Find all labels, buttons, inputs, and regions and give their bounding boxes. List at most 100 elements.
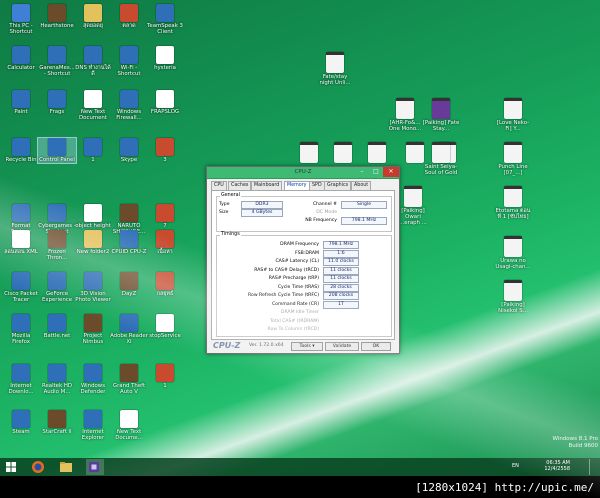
- desktop-icon[interactable]: Hearthstone: [38, 4, 76, 29]
- desktop-icon[interactable]: object height: [74, 204, 112, 229]
- media-file-icon[interactable]: [290, 142, 328, 164]
- start-button[interactable]: [4, 459, 22, 475]
- timings-group: Timings DRAM Frequency 798.1 MHz FSB:DRAM 1…: [216, 232, 392, 337]
- desktop-icon[interactable]: Frags: [38, 90, 76, 115]
- desktop-icon[interactable]: กลยุทธ์: [146, 272, 184, 297]
- type-value: DDR3: [241, 201, 283, 209]
- desktop-icon[interactable]: Internet Downlo...: [2, 364, 40, 395]
- tab-cpu[interactable]: CPU: [211, 181, 227, 190]
- desktop-icon[interactable]: เนื้อหา: [146, 230, 184, 255]
- desktop-icon[interactable]: Internet Explorer: [74, 410, 112, 441]
- img-icon: [120, 4, 138, 22]
- desktop-icon[interactable]: Windows Defender: [74, 364, 112, 395]
- game-icon: [48, 230, 66, 248]
- desktop-icon[interactable]: GeForce Experience: [38, 272, 76, 303]
- cpuz-brand: CPU-Z: [213, 341, 241, 350]
- desktop-icon[interactable]: Cisco Packet Tracer: [2, 272, 40, 303]
- desktop-icon[interactable]: 3: [146, 138, 184, 163]
- ok-button[interactable]: OK: [361, 342, 391, 351]
- os-watermark: Windows 8.1 Pro Build 9600: [540, 436, 598, 450]
- desktop-icon[interactable]: 1: [74, 138, 112, 163]
- tools-button[interactable]: Tools ▾: [291, 342, 323, 351]
- desktop-icon[interactable]: Grand Theft Auto V: [110, 364, 148, 395]
- media-file-icon[interactable]: [Paiking] Fate Stay...: [422, 98, 460, 132]
- desktop-icon[interactable]: This PC - Shortcut: [2, 4, 40, 35]
- cpuz-titlebar[interactable]: CPU-Z – □ ✕: [207, 167, 399, 179]
- video-file-icon: [504, 280, 522, 301]
- desktop-icon[interactable]: Project Nimbus: [74, 314, 112, 345]
- app-icon: [120, 314, 138, 332]
- file-explorer-taskbar-icon[interactable]: [58, 459, 76, 475]
- video-file-icon: [504, 98, 522, 119]
- tab-about[interactable]: About: [351, 181, 372, 190]
- desktop-icon[interactable]: hysteria: [146, 46, 184, 71]
- media-file-icon[interactable]: Punch Line [07_...]: [494, 142, 532, 176]
- desktop-icon[interactable]: ลอนสอน XML: [2, 230, 40, 255]
- desktop-icon[interactable]: Frozen Thron...: [38, 230, 76, 261]
- nb-frequency-label: NB Frequency: [305, 218, 337, 223]
- desktop-icon[interactable]: ตลาด: [110, 4, 148, 29]
- media-file-icon[interactable]: Saint Seiya- Soul of Gold: [422, 142, 460, 176]
- desktop-icon[interactable]: New Text Docume...: [110, 410, 148, 441]
- firefox-taskbar-icon[interactable]: [30, 459, 48, 475]
- desktop-icon[interactable]: FRAPSLOG: [146, 90, 184, 115]
- tab-spd[interactable]: SPD: [309, 181, 325, 190]
- desktop-icon[interactable]: stopService: [146, 314, 184, 339]
- desktop-icon[interactable]: DNS ทำงานได้ดี: [74, 46, 112, 77]
- desktop-icon[interactable]: Steam: [2, 410, 40, 435]
- timing-label: Total CAS# (tRDRAM): [270, 318, 319, 324]
- maximize-icon[interactable]: □: [369, 167, 383, 177]
- desktop-icon[interactable]: Adobe Reader XI: [110, 314, 148, 345]
- desktop-icon[interactable]: Wi-Fi - Shortcut: [110, 46, 148, 77]
- media-file-icon[interactable]: Etotama ตอน ที่ 1 [ซับไทย]: [494, 186, 532, 220]
- media-file-icon[interactable]: [AHR-Fo&... One Mono...: [386, 98, 424, 132]
- minimize-icon[interactable]: –: [355, 167, 369, 177]
- desktop-icon[interactable]: สุดยอดยุ: [74, 4, 112, 29]
- media-file-icon[interactable]: [358, 142, 396, 164]
- cpuz-taskbar-icon[interactable]: [86, 459, 104, 475]
- video-file-icon: [504, 186, 522, 207]
- validate-button[interactable]: Validate: [325, 342, 359, 351]
- type-label: Type: [219, 202, 230, 207]
- media-file-icon[interactable]: Fate/stay night Unli...: [316, 52, 354, 86]
- desktop-icon[interactable]: 7: [146, 204, 184, 229]
- app-icon: [12, 46, 30, 64]
- desktop-icon[interactable]: Skype: [110, 138, 148, 163]
- close-icon[interactable]: ✕: [383, 167, 399, 177]
- desktop-icon[interactable]: 1: [146, 364, 184, 389]
- folder-icon: [84, 230, 102, 248]
- desktop-icon[interactable]: Recycle Bin: [2, 138, 40, 163]
- media-file-icon[interactable]: [Love Neko-Fi] Y...: [494, 98, 532, 132]
- tab-graphics[interactable]: Graphics: [324, 181, 352, 190]
- desktop-icon[interactable]: StarCraft II: [38, 410, 76, 435]
- tab-mainboard[interactable]: Mainboard: [251, 181, 283, 190]
- desktop-icon[interactable]: 3D Vision Photo Viewer: [74, 272, 112, 303]
- desktop-icon[interactable]: Mozilla Firefox: [2, 314, 40, 345]
- language-indicator[interactable]: EN: [512, 463, 519, 469]
- desktop-icon-label: Steam: [12, 429, 30, 435]
- desktop-icon[interactable]: Paint: [2, 90, 40, 115]
- media-file-icon[interactable]: [324, 142, 362, 164]
- desktop-icon[interactable]: New Text Document: [74, 90, 112, 121]
- desktop-icon[interactable]: New folder2: [74, 230, 112, 255]
- video-file-icon: [504, 236, 522, 257]
- tab-caches[interactable]: Caches: [228, 181, 252, 190]
- show-desktop-button[interactable]: [589, 459, 594, 475]
- desktop-icon[interactable]: Calculator: [2, 46, 40, 71]
- desktop-icon[interactable]: CPUID CPU-Z: [110, 230, 148, 255]
- video-file-icon: [334, 142, 352, 163]
- desktop-icon[interactable]: TeamSpeak 3 Client: [146, 4, 184, 35]
- desktop-icon[interactable]: Windows Firewall...: [110, 90, 148, 121]
- desktop-icon[interactable]: Battle.net: [38, 314, 76, 339]
- footer-caption: [1280x1024] http://upic.me/: [415, 481, 594, 494]
- desktop-icon[interactable]: Control Panel: [37, 137, 77, 164]
- desktop-icon-label: Cisco Packet Tracer: [4, 291, 38, 303]
- media-file-icon[interactable]: Urawa no Usagi-chan...: [494, 236, 532, 270]
- desktop-icon-label: FRAPSLOG: [150, 109, 180, 115]
- desktop-icon[interactable]: GarenaMes... - Shortcut: [38, 46, 76, 77]
- clock[interactable]: 06:35 AM 12/4/2558: [540, 460, 570, 472]
- desktop-icon[interactable]: DayZ: [110, 272, 148, 297]
- media-file-icon[interactable]: [Paiking] Nisekoi S...: [494, 280, 532, 314]
- game-icon: [120, 364, 138, 382]
- desktop-icon[interactable]: Realtek HD Audio M...: [38, 364, 76, 395]
